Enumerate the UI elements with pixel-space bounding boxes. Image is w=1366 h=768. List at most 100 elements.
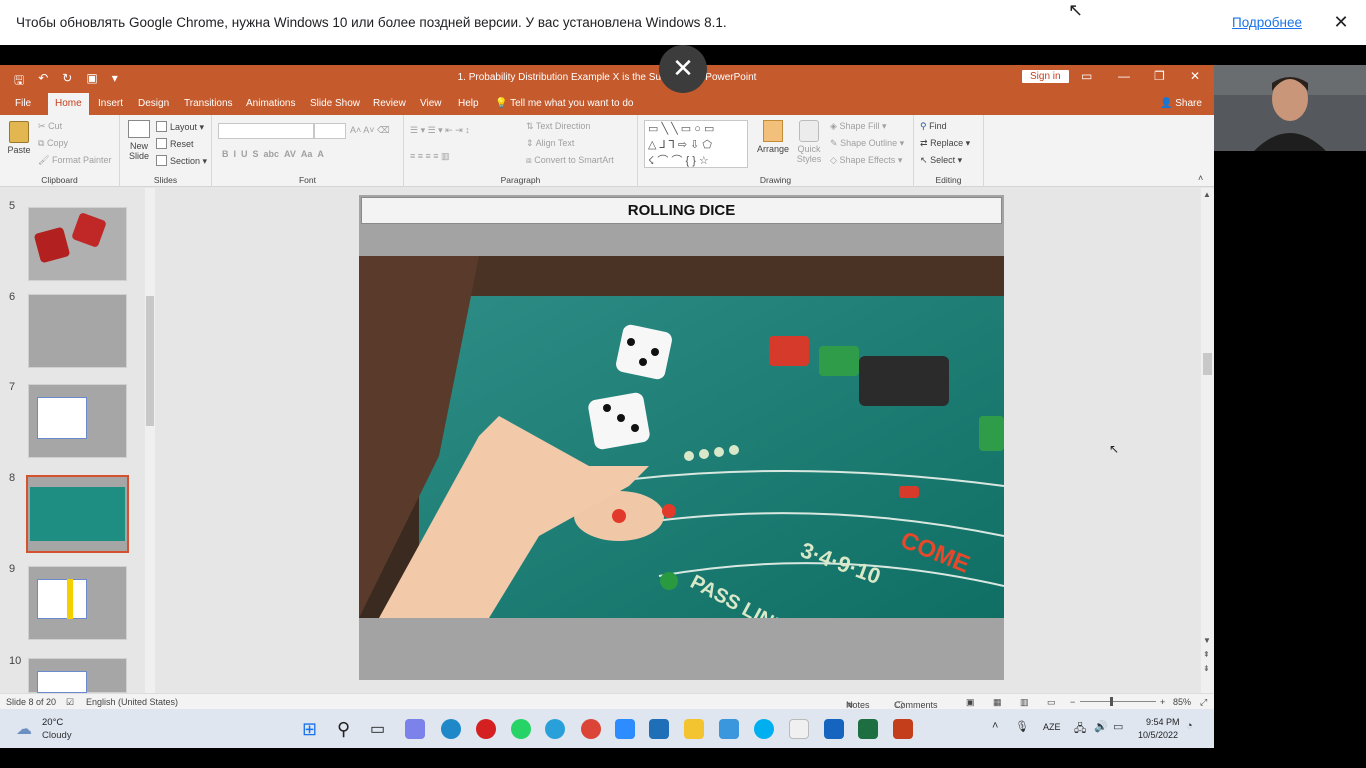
edge-icon[interactable] [441, 719, 461, 739]
craps-table-photo[interactable]: 3·4·9·10 COME PASS LINE [359, 256, 1004, 618]
font-name-input[interactable] [218, 123, 314, 139]
copy-button[interactable]: ⧉ Copy [38, 138, 68, 149]
tab-design[interactable]: Design [138, 98, 169, 109]
current-slide[interactable]: ROLLING DICE 3·4·9·10 COME PASS LINE [359, 195, 1004, 680]
slide-thumbnail-6[interactable] [28, 294, 127, 368]
tab-file[interactable]: File [15, 98, 31, 109]
overlay-close-button[interactable]: ✕ [659, 45, 707, 93]
cut-button[interactable]: ✂ Cut [38, 121, 62, 132]
scroll-up-icon[interactable]: ▲ [1203, 190, 1211, 199]
select-button[interactable]: ↖ Select ▾ [920, 155, 962, 166]
skype-icon[interactable] [754, 719, 774, 739]
record-icon[interactable] [476, 719, 496, 739]
slide-thumbnail-9[interactable] [28, 566, 127, 640]
tab-slide-show[interactable]: Slide Show [310, 98, 360, 109]
list-buttons[interactable]: ☰ ▾ ☰ ▾ ⇤ ⇥ ↕ [410, 125, 470, 136]
reading-view-icon[interactable]: ▥ [1020, 697, 1029, 708]
tab-view[interactable]: View [420, 98, 442, 109]
clock-time[interactable]: 9:54 PM [1146, 717, 1180, 727]
microphone-icon[interactable]: 🎙 [1015, 720, 1029, 733]
banner-close-icon[interactable]: ✕ [1326, 12, 1356, 33]
zoom-slider-thumb[interactable] [1110, 697, 1113, 706]
whatsapp-icon[interactable] [511, 719, 531, 739]
input-language[interactable]: AZE [1043, 722, 1061, 732]
teams-chat-icon[interactable] [405, 719, 425, 739]
shapes-gallery[interactable]: ▭ ╲ ╲ ▭ ○ ▭ △ ⅃ ⅂ ⇨ ⇩ ⬠ ☇ ⌒ ⌒ { } ☆ [644, 120, 748, 168]
banner-more-link[interactable]: Подробнее [1232, 15, 1302, 30]
excel-icon[interactable] [858, 719, 878, 739]
next-slide-icon[interactable]: ⇟ [1203, 664, 1210, 673]
app-icon[interactable] [789, 719, 809, 739]
search-icon[interactable]: ⚲ [337, 719, 357, 739]
replace-button[interactable]: ⇄ Replace ▾ [920, 138, 970, 149]
convert-smartart-button[interactable]: ⧈ Convert to SmartArt [526, 155, 614, 166]
chrome-icon[interactable] [581, 719, 601, 739]
zoom-in-icon[interactable]: + [1160, 697, 1165, 707]
language-indicator[interactable]: English (United States) [86, 697, 178, 707]
scrollbar-thumb[interactable] [146, 296, 154, 426]
zoom-app-icon[interactable] [615, 719, 635, 739]
thumbnail-scrollbar[interactable] [145, 188, 155, 693]
photos-icon[interactable] [824, 719, 844, 739]
maximize-icon[interactable]: ❐ [1154, 69, 1165, 83]
scrollbar-thumb[interactable] [1203, 353, 1212, 375]
tab-insert[interactable]: Insert [98, 98, 123, 109]
new-slide-button[interactable]: New Slide [124, 120, 154, 161]
slide-sorter-icon[interactable]: ▦ [993, 697, 1002, 708]
task-view-icon[interactable]: ▭ [370, 719, 390, 739]
tray-chevron-icon[interactable]: ˄ [992, 720, 998, 732]
arrange-button[interactable]: Arrange [754, 120, 792, 154]
ribbon-display-icon[interactable]: ▭ [1081, 69, 1092, 83]
tab-help[interactable]: Help [458, 98, 479, 109]
network-icon[interactable]: 🖧 [1074, 720, 1086, 739]
tab-home[interactable]: Home [48, 93, 89, 115]
alignment-buttons[interactable]: ≡ ≡ ≡ ≡ ▥ [410, 151, 450, 162]
slide-thumbnail-8[interactable] [26, 475, 129, 553]
find-button[interactable]: ⚲ Find [920, 121, 947, 132]
collapse-ribbon-icon[interactable]: ˄ [1198, 173, 1203, 183]
tab-animations[interactable]: Animations [246, 98, 295, 109]
zoom-out-icon[interactable]: − [1070, 697, 1075, 707]
slideshow-view-icon[interactable]: ▭ [1047, 697, 1056, 708]
text-direction-button[interactable]: ⇅ Text Direction [526, 121, 590, 132]
weather-temp[interactable]: 20°C [42, 717, 63, 728]
tell-me-search[interactable]: 💡 Tell me what you want to do [495, 98, 633, 109]
format-painter-button[interactable]: 🖌 Format Painter [38, 155, 111, 166]
sign-in-button[interactable]: Sign in [1022, 70, 1069, 83]
slide-scrollbar[interactable]: ▲ ▼ ⇞ ⇟ [1201, 188, 1214, 693]
font-format-buttons[interactable]: B I U S abc AV Aa A [222, 149, 324, 159]
reset-button[interactable]: Reset [156, 138, 194, 149]
prev-slide-icon[interactable]: ⇞ [1203, 650, 1210, 659]
clock-date[interactable]: 10/5/2022 [1138, 730, 1178, 740]
weather-desc[interactable]: Cloudy [42, 730, 72, 741]
normal-view-icon[interactable]: ▣ [966, 697, 975, 708]
slide-thumbnail-10[interactable] [28, 658, 127, 693]
paste-button[interactable]: Paste [6, 121, 32, 155]
font-size-input[interactable] [314, 123, 346, 139]
zoom-level[interactable]: 85% [1173, 697, 1191, 707]
slide-title[interactable]: ROLLING DICE [361, 197, 1002, 224]
notifications-icon[interactable]: ◔ [1186, 720, 1193, 732]
file-explorer-icon[interactable] [684, 719, 704, 739]
font-size-controls[interactable]: A˄ A˅ ⌫ [350, 125, 390, 136]
snipping-tool-icon[interactable] [649, 719, 669, 739]
tab-review[interactable]: Review [373, 98, 406, 109]
slide-thumbnail-7[interactable] [28, 384, 127, 458]
layout-button[interactable]: Layout ▾ [156, 121, 204, 133]
shape-effects-button[interactable]: ◇ Shape Effects ▾ [830, 155, 902, 166]
close-window-icon[interactable]: ✕ [1190, 69, 1200, 83]
telegram-icon[interactable] [545, 719, 565, 739]
scroll-down-icon[interactable]: ▼ [1203, 636, 1211, 645]
start-windows-icon[interactable]: ⊞ [302, 719, 322, 739]
store-icon[interactable] [719, 719, 739, 739]
powerpoint-icon[interactable] [893, 719, 913, 739]
shape-fill-button[interactable]: ◈ Shape Fill ▾ [830, 121, 887, 132]
shape-outline-button[interactable]: ✎ Shape Outline ▾ [830, 138, 904, 149]
volume-icon[interactable]: 🔊 [1094, 720, 1108, 733]
section-button[interactable]: Section ▾ [156, 155, 207, 167]
tab-transitions[interactable]: Transitions [184, 98, 233, 109]
zoom-slider[interactable] [1080, 701, 1156, 702]
fit-slide-icon[interactable]: ⤢ [1200, 697, 1207, 708]
quick-styles-button[interactable]: Quick Styles [794, 120, 824, 164]
slide-thumbnail-5[interactable] [28, 207, 127, 281]
